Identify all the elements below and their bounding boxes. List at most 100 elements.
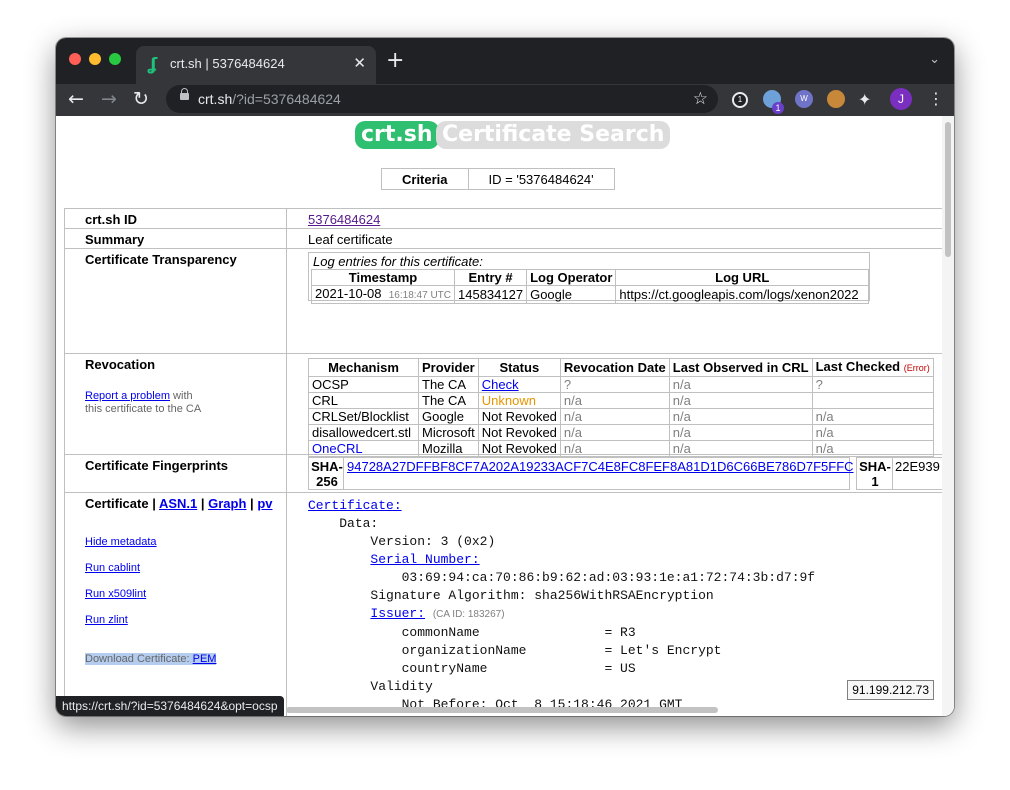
report-suffix: with xyxy=(170,390,193,402)
rev-provider: The CA xyxy=(418,376,479,393)
cert-validity: Validity xyxy=(370,679,433,694)
separator: | xyxy=(148,496,159,511)
vertical-scrollbar[interactable] xyxy=(942,116,954,716)
ct-entry-num: 145834127 xyxy=(453,285,528,304)
run-zlint-link[interactable]: Run zlint xyxy=(85,614,128,626)
rev-header-observed: Last Observed in CRL xyxy=(668,358,813,377)
sha256-label-2: 256 xyxy=(316,474,338,489)
row-label-certificate: Certificate xyxy=(85,496,149,511)
tab-close-icon[interactable]: ✕ xyxy=(353,55,366,73)
ct-header-entry: Entry # xyxy=(453,269,528,286)
rev-checked: n/a xyxy=(811,408,934,425)
row-label-fingerprints: Certificate Fingerprints xyxy=(85,458,229,473)
hide-metadata-link[interactable]: Hide metadata xyxy=(85,536,157,548)
address-bar[interactable]: crt.sh/?id=5376484624 ☆ xyxy=(166,85,718,113)
criteria-label: Criteria xyxy=(381,168,469,190)
table-row: 2021-10-08 16:18:47 UTC 145834127 Google… xyxy=(311,285,869,304)
password-manager-icon[interactable]: 1 xyxy=(732,92,748,108)
cookie-extension-icon[interactable] xyxy=(827,90,845,108)
run-x509lint-link[interactable]: Run x509lint xyxy=(85,588,146,600)
rev-checked xyxy=(811,392,934,409)
rev-date: n/a xyxy=(559,424,670,441)
lock-icon[interactable] xyxy=(180,88,189,100)
download-pem-link[interactable]: PEM xyxy=(193,653,217,665)
crtsh-favicon-icon: ʆ xyxy=(148,55,158,75)
cert-org: organizationName = Let's Encrypt xyxy=(401,643,722,658)
browser-menu-kebab-icon[interactable]: ⋮ xyxy=(928,88,944,110)
rev-observed: n/a xyxy=(668,392,813,409)
cert-certificate-link[interactable]: Certificate: xyxy=(308,498,402,513)
cert-sigalg: Signature Algorithm: sha256WithRSAEncryp… xyxy=(370,588,714,603)
rev-checked: ? xyxy=(811,376,934,393)
run-cablint-link[interactable]: Run cablint xyxy=(85,562,140,574)
back-arrow-icon[interactable]: ← xyxy=(68,88,84,110)
tab-search-chevron-icon[interactable]: ⌄ xyxy=(929,52,940,67)
row-label-summary: Summary xyxy=(85,232,145,247)
ct-time: 16:18:47 UTC xyxy=(388,290,451,301)
criteria-table: Criteria ID = '5376484624' xyxy=(381,168,615,190)
vertical-scroll-thumb[interactable] xyxy=(945,122,951,257)
rev-date: n/a xyxy=(559,392,670,409)
new-tab-plus-icon[interactable]: + xyxy=(386,50,404,72)
extensions-puzzle-icon[interactable]: ✦ xyxy=(858,89,871,111)
rev-mechanism: disallowedcert.stl xyxy=(308,424,419,441)
brand-logo[interactable]: crt.sh xyxy=(355,121,439,149)
criteria-value: ID = '5376484624' xyxy=(467,168,615,190)
table-row: CRLSet/Blocklist Google Not Revoked n/a … xyxy=(308,408,934,425)
minimize-window-button[interactable] xyxy=(89,53,101,65)
rev-provider: Microsoft xyxy=(418,424,479,441)
row-revocation: Revocation Report a problem with this ce… xyxy=(64,353,954,457)
ct-log-url: https://ct.googleapis.com/logs/xenon2022 xyxy=(615,285,869,304)
url-host: crt.sh xyxy=(198,91,233,107)
close-window-button[interactable] xyxy=(69,53,81,65)
row-label-id: crt.sh ID xyxy=(85,212,138,227)
row-certificate: Certificate | ASN.1 | Graph | pv Hide me… xyxy=(64,492,954,716)
extension-wappalyzer-icon[interactable]: W xyxy=(795,90,813,108)
cert-issuer-link[interactable]: Issuer: xyxy=(370,606,425,621)
browser-window: ʆ crt.sh | 5376484624 ✕ + ⌄ ← → ↻ crt.sh… xyxy=(56,38,954,716)
sha1-fingerprint: 22E939 xyxy=(895,459,940,474)
separator: | xyxy=(246,496,258,511)
reload-icon[interactable]: ↻ xyxy=(133,88,149,110)
url-text[interactable]: crt.sh/?id=5376484624 xyxy=(198,91,341,107)
revocation-table: Mechanism Provider Status Revocation Dat… xyxy=(308,358,934,457)
sha1-box: SHA- 1 22E939 xyxy=(856,457,954,490)
cert-ca-id: (CA ID: 183267) xyxy=(432,609,505,620)
rev-mechanism: CRLSet/Blocklist xyxy=(308,408,419,425)
ct-log-table: Timestamp Entry # Log Operator Log URL 2… xyxy=(311,269,869,304)
ct-operator: Google xyxy=(526,285,617,304)
asn1-link[interactable]: ASN.1 xyxy=(159,496,197,511)
sha1-label-2: 1 xyxy=(871,474,879,489)
cert-data: Data: xyxy=(339,516,379,531)
status-bar-url: https://crt.sh/?id=5376484624&opt=ocsp xyxy=(56,696,284,716)
bookmark-star-icon[interactable]: ☆ xyxy=(693,89,708,109)
pv-link[interactable]: pv xyxy=(257,496,272,511)
profile-avatar[interactable]: J xyxy=(890,88,912,110)
rev-status: Not Revoked xyxy=(477,408,561,425)
ct-header-url: Log URL xyxy=(615,269,869,286)
sha256-box: SHA- 256 94728A27DFFBF8CF7A202A19233ACF7C… xyxy=(308,457,854,490)
rev-status: Not Revoked xyxy=(477,424,561,441)
cert-serial: 03:69:94:ca:70:86:b9:62:ad:03:93:1e:a1:7… xyxy=(401,570,816,585)
report-problem-link[interactable]: Report a problem xyxy=(85,390,170,402)
maximize-window-button[interactable] xyxy=(109,53,121,65)
tab-title: crt.sh | 5376484624 xyxy=(170,56,285,71)
horizontal-scroll-thumb[interactable] xyxy=(286,707,718,713)
rev-mechanism: OCSP xyxy=(308,376,419,393)
rev-observed: n/a xyxy=(668,376,813,393)
graph-link[interactable]: Graph xyxy=(208,496,246,511)
ocsp-check-link[interactable]: Check xyxy=(482,377,519,392)
download-label: Download Certificate: xyxy=(85,653,190,665)
tab-active[interactable]: ʆ crt.sh | 5376484624 ✕ xyxy=(136,46,376,84)
rev-checked: n/a xyxy=(811,424,934,441)
page-content: crt.sh Certificate Search Criteria ID = … xyxy=(56,116,954,716)
rev-header-date: Revocation Date xyxy=(559,358,670,377)
crtsh-id-link[interactable]: 5376484624 xyxy=(308,212,380,227)
table-row: Timestamp Entry # Log Operator Log URL xyxy=(311,269,869,286)
sha256-fingerprint-link[interactable]: 94728A27DFFBF8CF7A202A19233ACF7C4E8FC8FE… xyxy=(347,459,854,474)
rev-header-checked: Last Checked xyxy=(815,359,901,374)
rev-header-mechanism: Mechanism xyxy=(308,358,419,377)
error-tag: (Error) xyxy=(903,363,930,373)
forward-arrow-icon[interactable]: → xyxy=(101,88,117,110)
cert-serial-link[interactable]: Serial Number: xyxy=(370,552,479,567)
